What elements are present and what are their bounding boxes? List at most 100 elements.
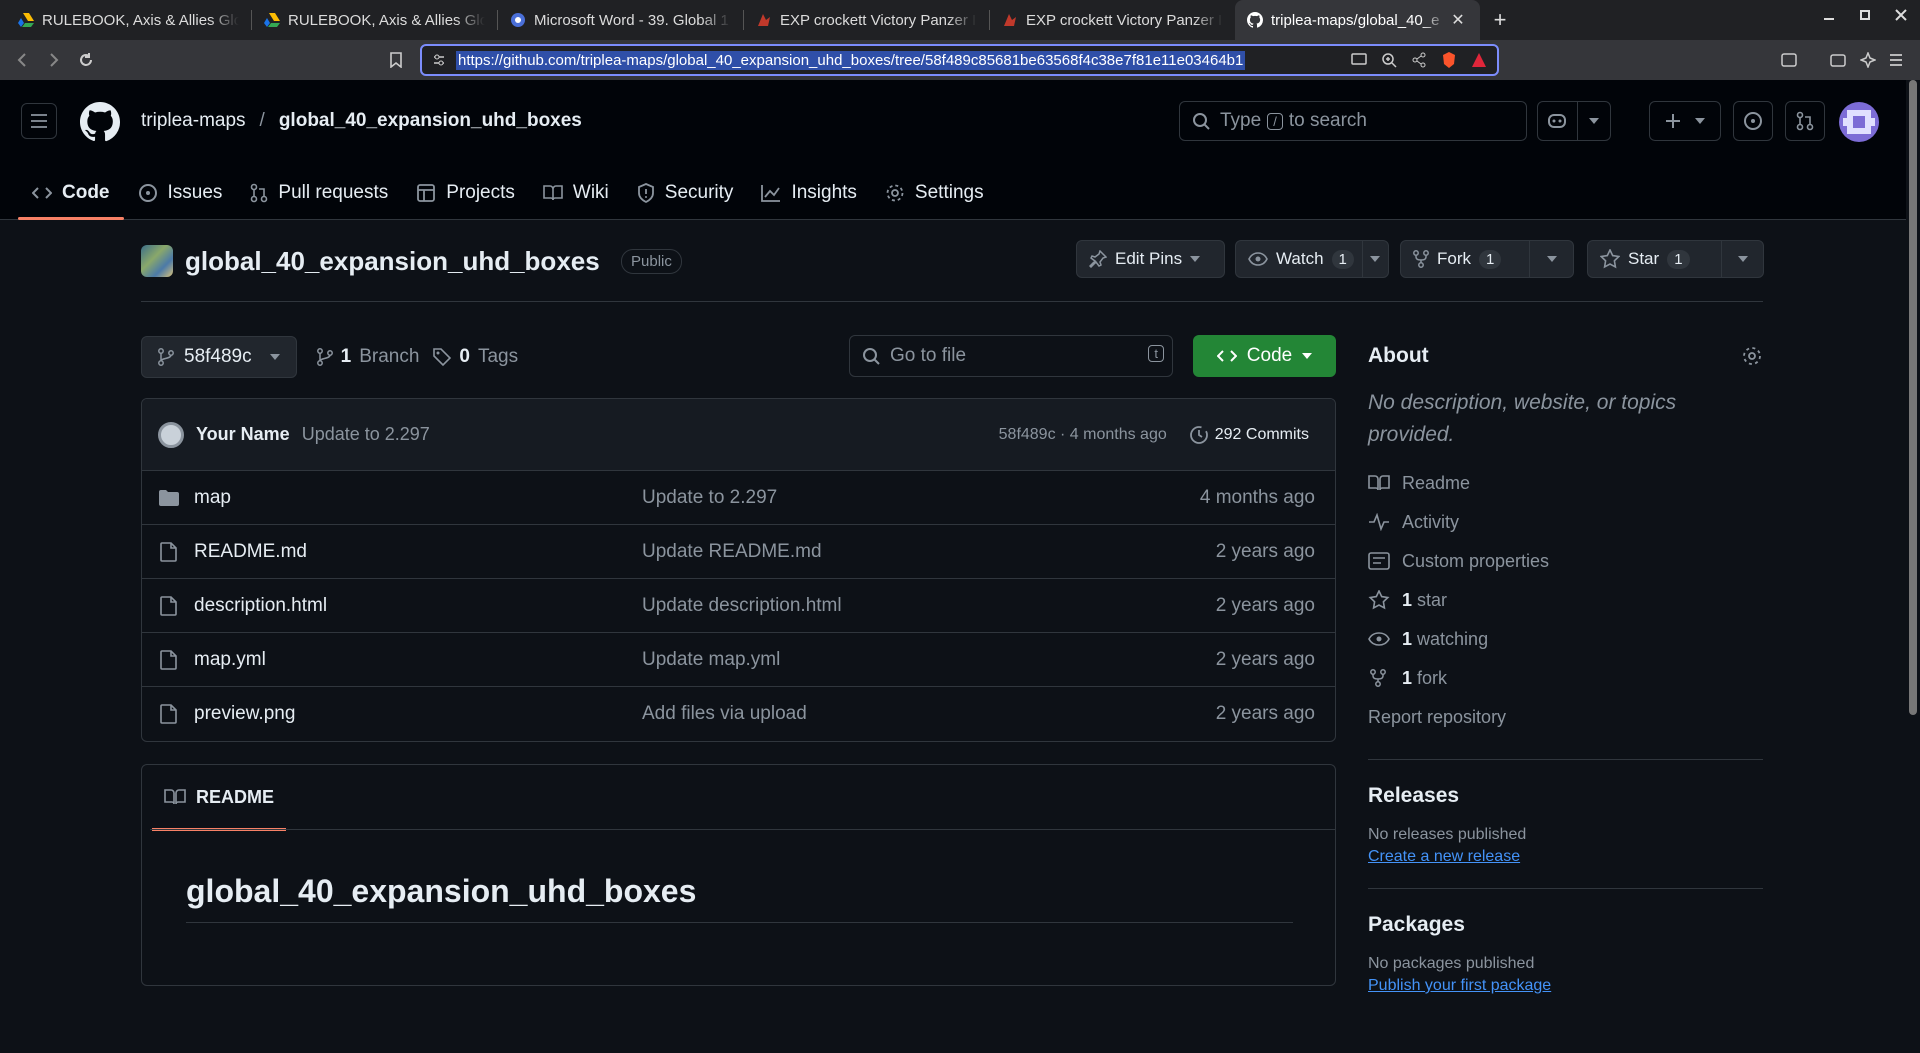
close-window-icon[interactable] [1894,8,1908,22]
tags-link[interactable]: 0 Tags [433,346,518,368]
repo-avatar[interactable] [141,245,173,277]
star-dropdown[interactable] [1721,241,1763,277]
fork-button[interactable]: Fork 1 [1400,240,1574,278]
watch-button[interactable]: Watch 1 [1235,240,1389,278]
file-row-mapyml[interactable]: map.yml Update map.yml 2 years ago [142,633,1335,687]
hamburger-menu-button[interactable] [21,103,57,139]
maximize-icon[interactable] [1858,8,1872,22]
custom-properties-link[interactable]: Custom properties [1368,549,1763,573]
file-row-preview[interactable]: preview.png Add files via upload 2 years… [142,687,1335,741]
readme-link[interactable]: Readme [1368,471,1763,495]
report-repository-link[interactable]: Report repository [1368,705,1763,729]
tab-close-button[interactable]: ✕ [1448,10,1468,30]
browser-tab-2[interactable]: RULEBOOK, Axis & Allies Glo [252,0,497,40]
commit-hash-time[interactable]: 58f489c · 4 months ago [999,426,1167,444]
file-commit-message[interactable]: Update to 2.297 [642,487,777,509]
menu-icon[interactable] [1880,44,1912,76]
chevron-down-icon[interactable] [1576,102,1610,140]
sidebar-toggle-icon[interactable] [1773,44,1805,76]
file-commit-message[interactable]: Update map.yml [642,649,780,671]
tab-code[interactable]: Code [18,166,124,220]
browser-tab-active[interactable]: triplea-maps/global_40_e ✕ [1235,0,1480,40]
copilot-button[interactable] [1537,101,1611,141]
browser-tab-4[interactable]: EXP crockett Victory Panzer I [744,0,989,40]
file-name[interactable]: description.html [194,595,327,617]
edit-pins-button[interactable]: Edit Pins [1076,240,1225,278]
star-button[interactable]: Star 1 [1587,240,1764,278]
packages-title[interactable]: Packages [1368,913,1763,937]
graph-icon [761,185,781,202]
wallet-icon[interactable] [1822,44,1854,76]
tab-label: Projects [446,182,515,203]
file-commit-message[interactable]: Update description.html [642,595,842,617]
file-name[interactable]: map [194,487,231,509]
commit-author-avatar[interactable] [158,421,184,448]
tab-label: Insights [791,182,857,203]
brave-rewards-icon[interactable] [1471,52,1487,68]
fork-count: 1 [1479,249,1502,269]
forks-link[interactable]: 1 fork [1368,666,1763,690]
brave-shield-icon[interactable] [1441,51,1457,69]
file-name[interactable]: preview.png [194,703,295,725]
breadcrumb-repo[interactable]: global_40_expansion_uhd_boxes [279,110,582,132]
branch-selector[interactable]: 58f489c [141,336,297,378]
create-new-button[interactable] [1649,101,1721,141]
file-commit-message[interactable]: Add files via upload [642,703,807,725]
commit-message[interactable]: Update to 2.297 [302,424,430,445]
commits-link[interactable]: 292 Commits [1189,425,1309,445]
repo-title[interactable]: global_40_expansion_uhd_boxes [185,246,600,277]
site-info-icon[interactable] [432,53,446,67]
new-tab-button[interactable]: + [1484,4,1516,36]
file-row-readme[interactable]: README.md Update README.md 2 years ago [142,525,1335,579]
activity-link[interactable]: Activity [1368,510,1763,534]
go-to-file-input[interactable]: Go to file t [849,335,1173,377]
share-icon[interactable] [1411,52,1427,68]
branches-link[interactable]: 1 Branch [316,346,419,368]
tab-wiki[interactable]: Wiki [529,166,623,220]
minimize-icon[interactable] [1822,8,1836,22]
browser-tab-3[interactable]: Microsoft Word - 39. Global 1 [498,0,743,40]
watching-link[interactable]: 1 watching [1368,627,1763,651]
browser-tab-1[interactable]: RULEBOOK, Axis & Allies Glo [6,0,251,40]
releases-title[interactable]: Releases [1368,784,1763,808]
readme-tab[interactable]: README [152,765,287,831]
address-bar[interactable]: https://github.com/triplea-maps/global_4… [420,44,1499,76]
github-logo-icon[interactable] [80,102,120,142]
pull-requests-button[interactable] [1785,101,1825,141]
back-icon[interactable] [6,44,38,76]
zoom-icon[interactable] [1381,52,1397,68]
scrollbar-thumb[interactable] [1909,80,1917,715]
file-row-description[interactable]: description.html Update description.html… [142,579,1335,633]
edit-pins-label: Edit Pins [1115,249,1183,268]
forward-icon[interactable] [38,44,70,76]
reload-icon[interactable] [70,44,102,76]
file-row-map[interactable]: map Update to 2.297 4 months ago [142,471,1335,525]
create-release-link[interactable]: Create a new release [1368,848,1520,866]
tab-settings[interactable]: Settings [871,166,998,220]
tab-projects[interactable]: Projects [402,166,529,220]
issues-button[interactable] [1733,101,1773,141]
commits-count: 292 Commits [1214,425,1309,443]
code-button[interactable]: Code [1193,335,1336,377]
file-name[interactable]: README.md [194,541,307,563]
page-scrollbar[interactable] [1906,80,1920,1053]
search-input[interactable]: Type / to search [1179,101,1527,141]
breadcrumb-owner[interactable]: triplea-maps [141,110,246,132]
commit-author[interactable]: Your Name [196,424,290,445]
url-text[interactable]: https://github.com/triplea-maps/global_4… [456,50,1246,70]
tab-pull-requests[interactable]: Pull requests [236,166,402,220]
fork-dropdown[interactable] [1529,241,1573,277]
tab-security[interactable]: Security [623,166,748,220]
stars-link[interactable]: 1 star [1368,588,1763,612]
publish-package-link[interactable]: Publish your first package [1368,977,1551,995]
browser-tab-5[interactable]: EXP crockett Victory Panzer I [990,0,1235,40]
cast-icon[interactable] [1351,53,1367,67]
bookmark-icon[interactable] [380,44,412,76]
file-name[interactable]: map.yml [194,649,266,671]
user-avatar[interactable] [1839,102,1879,142]
tab-insights[interactable]: Insights [747,166,870,220]
watch-dropdown[interactable] [1361,241,1388,277]
file-commit-message[interactable]: Update README.md [642,541,822,563]
tab-issues[interactable]: Issues [124,166,237,220]
gear-icon[interactable] [1741,345,1763,367]
